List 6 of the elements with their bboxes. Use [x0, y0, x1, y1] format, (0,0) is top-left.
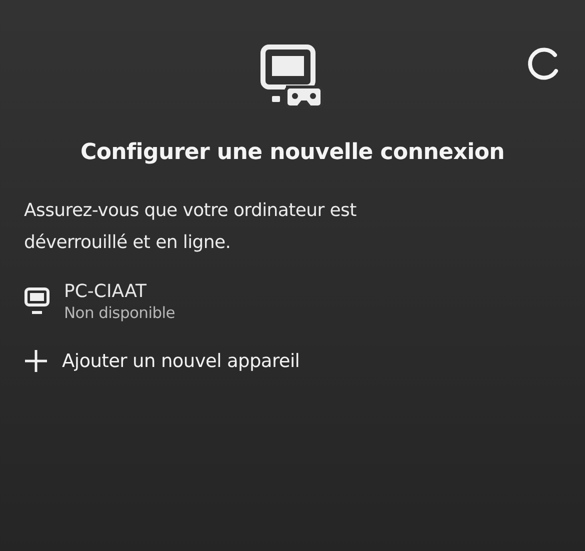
instruction-text: Assurez-vous que votre ordinateur est déverrouillé et en ligne. — [24, 199, 358, 255]
add-device-button[interactable]: Ajouter un nouvel appareil — [24, 349, 300, 373]
plus-icon — [24, 349, 48, 373]
device-status: Non disponible — [64, 303, 175, 323]
device-name[interactable]: PC-CIAAT — [64, 281, 175, 303]
dialog-title: Configurer une nouvelle connexion — [80, 140, 506, 165]
